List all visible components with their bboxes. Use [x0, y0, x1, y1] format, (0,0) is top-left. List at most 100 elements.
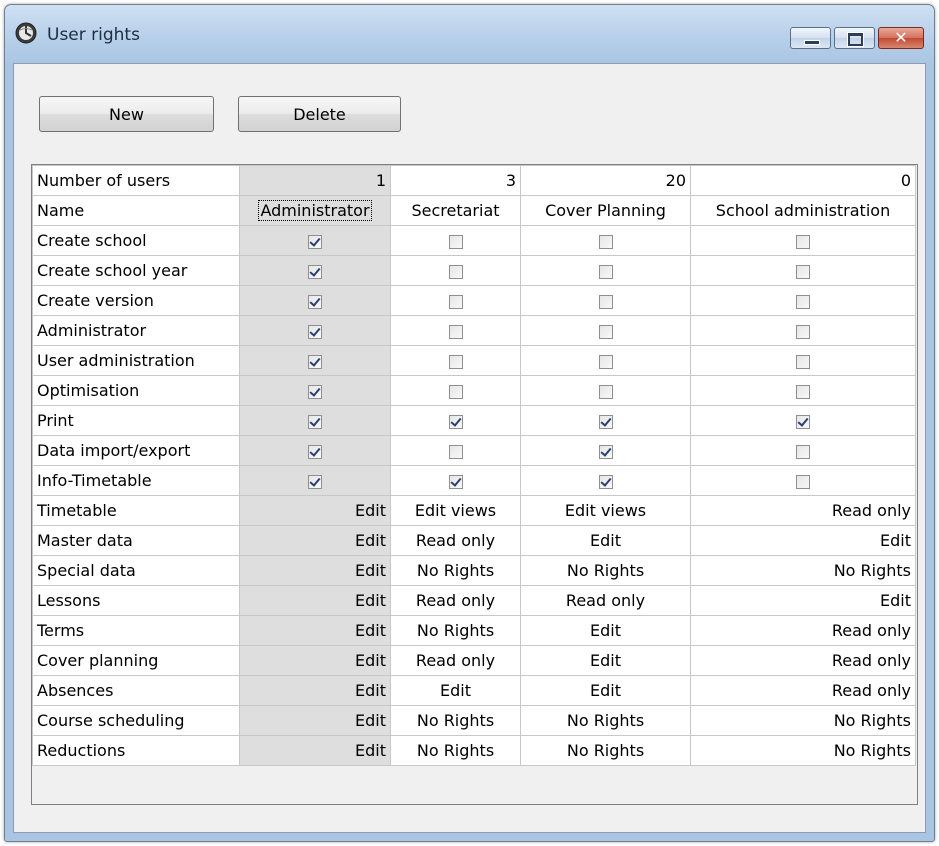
access-level-cell[interactable]: Edit [520, 645, 691, 676]
access-level-row: Reductions Edit No Rights No Rights No Right… [32, 735, 916, 766]
permission-row: Administrator [32, 315, 916, 346]
access-level-cell[interactable]: Read only [390, 585, 521, 616]
access-level-cell[interactable]: Edit [239, 735, 391, 766]
checked-checkbox[interactable] [598, 474, 613, 489]
permission-cell [390, 405, 521, 436]
unchecked-checkbox[interactable] [796, 354, 810, 369]
access-level-row: Lessons Edit Read only Read only Edit [32, 585, 916, 616]
access-level-cell[interactable]: No Rights [690, 555, 916, 586]
user-group-name-cell[interactable]: Secretariat [390, 195, 521, 226]
access-level-cell[interactable]: Edit [690, 525, 916, 556]
unchecked-checkbox[interactable] [598, 324, 613, 339]
permission-cell [239, 285, 391, 316]
access-level-cell[interactable]: No Rights [520, 735, 691, 766]
access-level-cell[interactable]: Edit [520, 675, 691, 706]
user-count-cell[interactable]: 3 [390, 165, 521, 196]
user-group-name-cell[interactable]: Cover Planning [520, 195, 691, 226]
access-level-cell[interactable]: Edit [239, 525, 391, 556]
checked-checkbox[interactable] [308, 354, 322, 369]
access-level-cell[interactable]: Edit [390, 675, 521, 706]
access-level-cell[interactable]: Edit [520, 525, 691, 556]
checked-checkbox[interactable] [308, 234, 322, 249]
checked-checkbox[interactable] [308, 414, 322, 429]
access-level-cell[interactable]: Edit [239, 585, 391, 616]
unchecked-checkbox[interactable] [448, 294, 463, 309]
user-group-name-cell[interactable]: School administration [690, 195, 916, 226]
checked-checkbox[interactable] [598, 444, 613, 459]
access-level-cell[interactable]: Edit views [390, 495, 521, 526]
access-level-cell[interactable]: Read only [520, 585, 691, 616]
user-count-cell[interactable]: 1 [239, 165, 391, 196]
unchecked-checkbox[interactable] [448, 354, 463, 369]
access-level-cell[interactable]: Edit [239, 615, 391, 646]
access-level-cell[interactable]: Read only [390, 525, 521, 556]
access-level-cell[interactable]: No Rights [390, 735, 521, 766]
checked-checkbox[interactable] [598, 414, 613, 429]
user-count-cell[interactable]: 20 [520, 165, 691, 196]
access-level-cell[interactable]: Edit [239, 555, 391, 586]
access-level-cell[interactable]: Read only [390, 645, 521, 676]
minimize-button[interactable] [790, 27, 831, 49]
unchecked-checkbox[interactable] [796, 234, 810, 249]
unchecked-checkbox[interactable] [598, 264, 613, 279]
access-level-cell[interactable]: No Rights [390, 555, 521, 586]
unchecked-checkbox[interactable] [448, 234, 463, 249]
close-button[interactable]: ✕ [878, 27, 924, 49]
checked-checkbox[interactable] [448, 474, 463, 489]
unchecked-checkbox[interactable] [796, 384, 810, 399]
new-button[interactable]: New [39, 96, 214, 132]
unchecked-checkbox[interactable] [598, 294, 613, 309]
checked-checkbox[interactable] [796, 414, 810, 429]
checked-checkbox[interactable] [308, 324, 322, 339]
access-level-cell[interactable]: No Rights [390, 615, 521, 646]
unchecked-checkbox[interactable] [448, 264, 463, 279]
permission-cell [239, 345, 391, 376]
unchecked-checkbox[interactable] [448, 324, 463, 339]
permission-row: Info-Timetable [32, 465, 916, 496]
access-level-cell[interactable]: Edit [239, 495, 391, 526]
checked-checkbox[interactable] [448, 414, 463, 429]
permission-cell [239, 435, 391, 466]
checked-checkbox[interactable] [308, 264, 322, 279]
unchecked-checkbox[interactable] [796, 294, 810, 309]
maximize-button[interactable] [834, 27, 875, 49]
permission-cell [390, 375, 521, 406]
access-level-cell[interactable]: Read only [690, 675, 916, 706]
unchecked-checkbox[interactable] [796, 474, 810, 489]
access-level-cell[interactable]: Read only [690, 495, 916, 526]
checked-checkbox[interactable] [308, 474, 322, 489]
unchecked-checkbox[interactable] [598, 384, 613, 399]
access-level-cell[interactable]: Edit views [520, 495, 691, 526]
access-level-cell[interactable]: No Rights [520, 555, 691, 586]
user-rights-grid[interactable]: Number of users 1 3 20 0 Name Administrator Sec… [32, 165, 916, 766]
permission-cell [690, 345, 916, 376]
access-level-cell[interactable]: Edit [239, 675, 391, 706]
access-level-cell[interactable]: No Rights [390, 705, 521, 736]
access-level-cell[interactable]: Read only [690, 615, 916, 646]
delete-button[interactable]: Delete [238, 96, 401, 132]
access-level-cell[interactable]: Edit [690, 585, 916, 616]
title-bar[interactable]: User rights ✕ [5, 5, 934, 63]
caption-buttons: ✕ [787, 27, 924, 51]
checked-checkbox[interactable] [308, 384, 322, 399]
access-level-cell[interactable]: No Rights [520, 705, 691, 736]
access-level-cell[interactable]: Edit [239, 645, 391, 676]
access-level-cell[interactable]: No Rights [690, 705, 916, 736]
unchecked-checkbox[interactable] [796, 324, 810, 339]
row-label: Create version [32, 285, 240, 316]
access-level-cell[interactable]: Edit [520, 615, 691, 646]
unchecked-checkbox[interactable] [448, 444, 463, 459]
unchecked-checkbox[interactable] [796, 444, 810, 459]
unchecked-checkbox[interactable] [796, 264, 810, 279]
access-level-cell[interactable]: Edit [239, 705, 391, 736]
checked-checkbox[interactable] [308, 294, 322, 309]
checked-checkbox[interactable] [308, 444, 322, 459]
user-count-cell[interactable]: 0 [690, 165, 916, 196]
row-label: Cover planning [32, 645, 240, 676]
unchecked-checkbox[interactable] [448, 384, 463, 399]
access-level-cell[interactable]: No Rights [690, 735, 916, 766]
access-level-cell[interactable]: Read only [690, 645, 916, 676]
unchecked-checkbox[interactable] [598, 234, 613, 249]
user-group-name-cell[interactable]: Administrator [239, 195, 391, 226]
unchecked-checkbox[interactable] [598, 354, 613, 369]
